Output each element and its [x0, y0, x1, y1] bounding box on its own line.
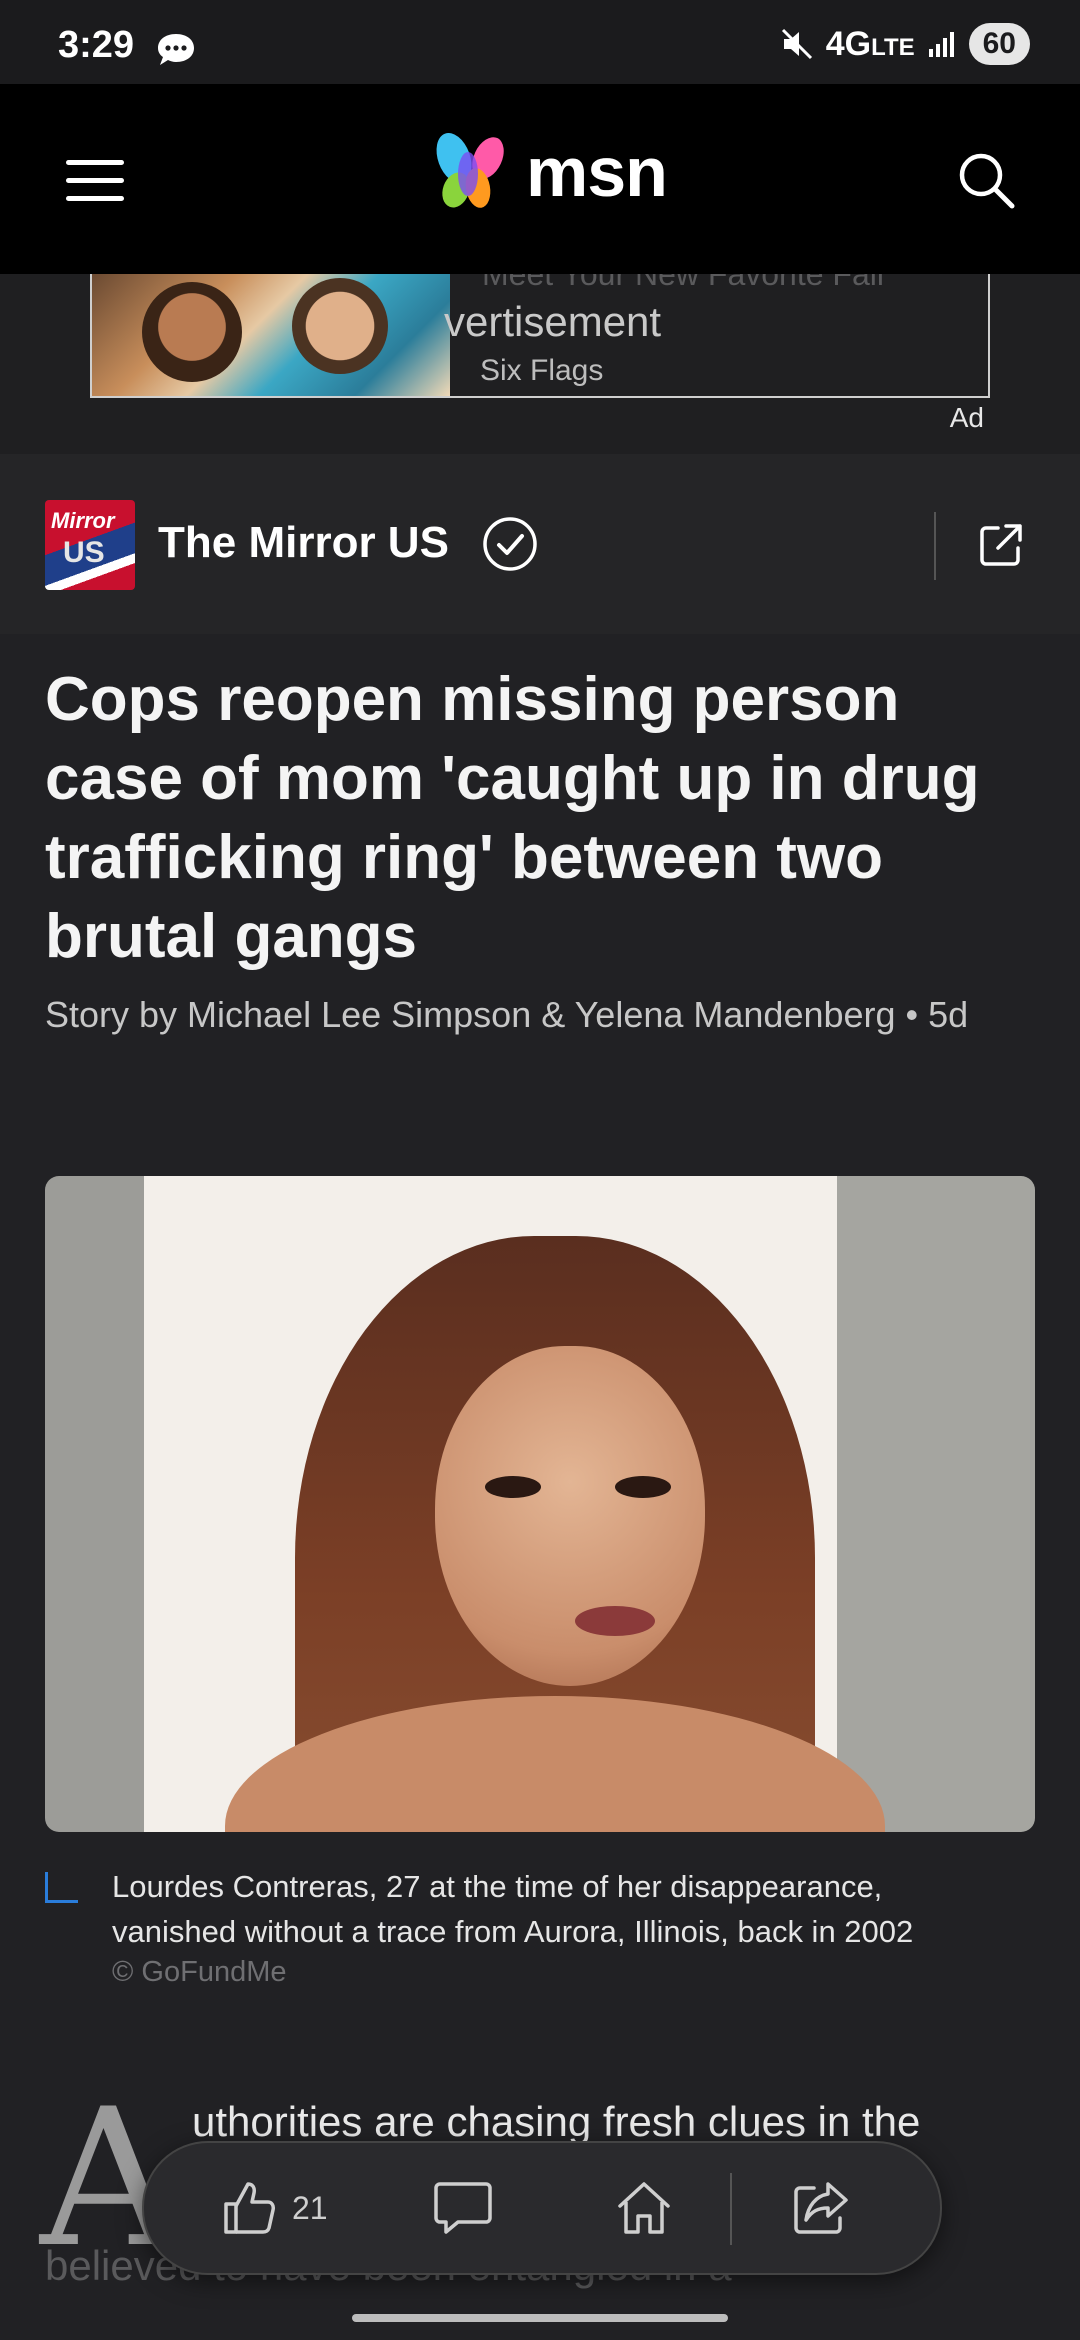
image-credit: © GoFundMe: [112, 1956, 287, 1988]
status-time: 3:29: [58, 24, 135, 66]
divider: [934, 512, 936, 580]
open-external-icon[interactable]: [978, 522, 1024, 568]
ad-overlay-text: vertisement: [444, 298, 662, 345]
ad-label: Ad: [949, 402, 984, 433]
status-bar: 3:29 4GLTE 60: [0, 0, 1080, 84]
publisher-bar: Mirror US The Mirror US: [0, 454, 1080, 634]
article-body-text: uthorities are chasing fresh clues in th…: [192, 2098, 921, 2145]
article-headline: Cops reopen missing person case of mom '…: [45, 665, 980, 971]
thumbs-up-icon: [224, 2182, 275, 2234]
like-button[interactable]: 21: [220, 2176, 328, 2240]
article-action-bar: 21: [142, 2141, 942, 2275]
ad-sponsor: Six Flags: [480, 354, 604, 387]
ad-image: [92, 274, 450, 396]
verified-check-icon: [483, 517, 537, 571]
home-icon: [618, 2182, 670, 2234]
search-icon[interactable]: [956, 150, 1016, 210]
ad-banner-area: Meet Your New Favorite Fall vertisement …: [0, 274, 1080, 454]
ad-headline: Meet Your New Favorite Fall: [482, 274, 884, 292]
network-type: 4GLTE: [825, 24, 915, 63]
share-button[interactable]: [790, 2176, 850, 2240]
mute-icon: [781, 28, 812, 60]
msn-wordmark: msn: [526, 133, 668, 211]
comment-button[interactable]: [432, 2176, 494, 2240]
msn-butterfly-icon: [436, 132, 504, 208]
caption-marker-icon: [45, 1872, 78, 1903]
app-header: msn: [0, 84, 1080, 274]
share-icon: [794, 2182, 848, 2234]
comment-icon: [434, 2182, 492, 2234]
battery-level: 60: [968, 23, 1030, 65]
image-caption: Lourdes Contreras, 27 at the time of her…: [112, 1869, 914, 1949]
signal-strength-icon: [928, 32, 954, 57]
msn-logo[interactable]: msn: [428, 122, 668, 222]
article-hero-image[interactable]: [45, 1176, 1035, 1832]
ad-banner[interactable]: Meet Your New Favorite Fall vertisement …: [90, 274, 990, 398]
like-count: 21: [292, 2189, 328, 2226]
status-indicators: 4GLTE 60: [780, 22, 1030, 66]
gesture-home-indicator[interactable]: [352, 2314, 728, 2322]
message-notification-icon: [158, 34, 194, 65]
home-button[interactable]: [614, 2176, 674, 2240]
article-byline: Story by Michael Lee Simpson & Yelena Ma…: [45, 994, 969, 1035]
hamburger-menu-icon[interactable]: [66, 160, 124, 201]
publisher-name[interactable]: The Mirror US: [158, 518, 449, 568]
publisher-logo[interactable]: Mirror US: [45, 500, 135, 590]
action-bar-divider: [730, 2173, 732, 2245]
